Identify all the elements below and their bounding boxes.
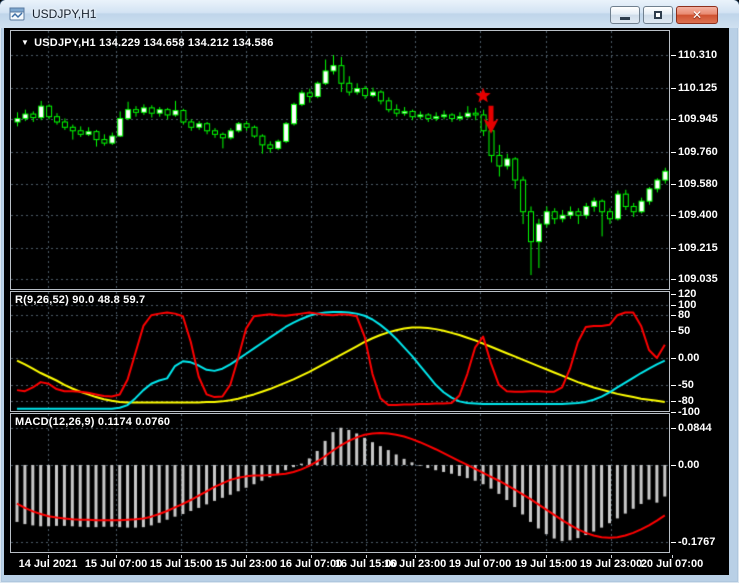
symbol-ohlc-text: USDJPY,H1 134.229 134.658 134.212 134.58… [34, 37, 274, 49]
macd-level-label: 0.0844 [671, 422, 712, 434]
osc-level-label: 80 [670, 309, 691, 322]
macd-level-label: -0.1767 [670, 536, 716, 549]
price-chart-canvas[interactable] [11, 31, 669, 289]
price-label: 109.035 [671, 273, 718, 286]
chart-icon [9, 7, 25, 21]
price-label: 109.580 [671, 177, 718, 190]
price-label: 110.310 [670, 49, 718, 62]
price-label: 109.760 [671, 145, 718, 158]
restore-icon [654, 11, 662, 19]
oscillator-legend: R(9,26,52) 90.0 48.8 59.7 [15, 294, 146, 306]
macd-canvas[interactable] [11, 414, 669, 552]
price-label: 110.125 [670, 81, 718, 94]
macd-panel: MACD(12,26,9) 0.1174 0.0760 [10, 413, 670, 553]
osc-level-label: -50 [671, 378, 694, 391]
price-scale[interactable]: 110.310 110.125 109.945 109.760 109.580 109.4… [670, 28, 729, 575]
minimize-icon [620, 17, 630, 20]
restore-button[interactable] [643, 6, 673, 24]
close-button[interactable]: ✕ [676, 6, 718, 24]
chart-client-area: ▼ USDJPY,H1 134.229 134.658 134.212 134.5… [4, 28, 729, 575]
symbol-legend: ▼ USDJPY,H1 134.229 134.658 134.212 134.5… [21, 37, 274, 49]
oscillator-panel: R(9,26,52) 90.0 48.8 59.7 [10, 291, 670, 412]
triangle-down-icon[interactable]: ▼ [21, 38, 29, 47]
price-chart-panel: ▼ USDJPY,H1 134.229 134.658 134.212 134.5… [10, 30, 670, 290]
macd-legend: MACD(12,26,9) 0.1174 0.0760 [15, 416, 171, 428]
time-label: 20 Jul 07:00 [640, 558, 704, 570]
chart-window: USDJPY,H1 ✕ ▼ USDJPY,H1 134.229 134.658 1… [0, 0, 739, 583]
oscillator-canvas[interactable] [11, 292, 669, 411]
osc-level-label: 50 [670, 325, 691, 338]
macd-level-label: 0.00 [670, 458, 700, 471]
time-axis[interactable]: 14 Jul 2021 15 Jul 07:00 15 Jul 15:00 15 Ju… [4, 555, 729, 575]
price-label: 109.215 [671, 241, 718, 254]
title-bar[interactable]: USDJPY,H1 ✕ [0, 0, 739, 28]
price-label: 109.945 [671, 113, 718, 126]
osc-level-label: -100 [670, 405, 701, 418]
close-icon: ✕ [691, 8, 703, 22]
minimize-button[interactable] [610, 6, 640, 24]
price-label: 109.400 [671, 209, 718, 222]
window-title: USDJPY,H1 [32, 7, 97, 21]
osc-level-label: 0.00 [670, 352, 700, 365]
